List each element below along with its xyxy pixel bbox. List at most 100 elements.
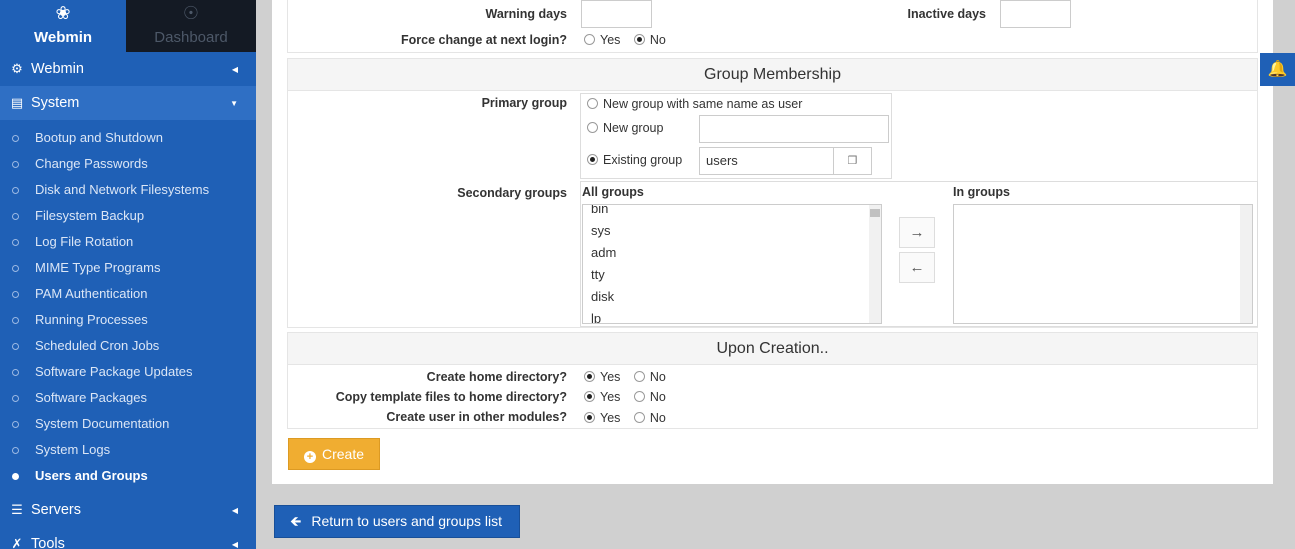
- copy-template-options: Yes No: [584, 390, 676, 404]
- group-membership-section: Group Membership Primary group New group…: [287, 58, 1258, 328]
- radio-icon: [633, 412, 645, 423]
- add-to-groups-button[interactable]: →: [899, 217, 935, 248]
- remove-from-groups-button[interactable]: ←: [899, 252, 935, 283]
- force-change-yes[interactable]: Yes: [584, 33, 620, 47]
- primary-existing-option[interactable]: Existing group: [587, 153, 682, 167]
- sidebar-item-filesystem-backup[interactable]: Filesystem Backup: [0, 202, 256, 228]
- return-button-label: Return to users and groups list: [311, 513, 503, 529]
- in-groups-list[interactable]: [953, 204, 1253, 324]
- scroll-thumb[interactable]: [870, 209, 880, 217]
- sidebar-category-webmin[interactable]: ⚙ Webmin ◀: [0, 52, 256, 86]
- force-change-options: Yes No: [584, 33, 676, 47]
- radio-selected-icon: [584, 391, 595, 402]
- arrow-right-icon: →: [909, 224, 925, 241]
- sidebar-item-system-logs[interactable]: System Logs: [0, 436, 256, 462]
- primary-group-box: New group with same name as user New gro…: [580, 93, 892, 179]
- other-modules-yes[interactable]: Yes: [584, 411, 620, 425]
- new-group-input[interactable]: [699, 115, 889, 143]
- option-label: New group: [603, 121, 664, 135]
- sidebar-item-packages[interactable]: Software Packages: [0, 384, 256, 410]
- sidebar-top-tabs: ❀ Webmin ☉ Dashboard: [0, 0, 256, 52]
- other-modules-no[interactable]: No: [633, 411, 666, 425]
- plus-circle-icon: +: [304, 451, 316, 463]
- tab-dashboard-label: Dashboard: [154, 29, 228, 46]
- gear-icon: ⚙: [11, 61, 23, 76]
- sidebar: ❀ Webmin ☉ Dashboard ⚙ Webmin ◀ ▤ System…: [0, 0, 256, 549]
- password-options-section: Warning days Inactive days Force change …: [287, 0, 1258, 53]
- primary-same-name-option[interactable]: New group with same name as user: [587, 97, 802, 111]
- warning-days-input[interactable]: [581, 0, 652, 28]
- sidebar-category-servers[interactable]: ☰ Servers ◀: [0, 493, 256, 527]
- all-groups-list[interactable]: bin sys adm tty disk lp: [582, 204, 882, 324]
- bell-icon: 🔔: [1267, 61, 1288, 78]
- notifications-button[interactable]: 🔔: [1260, 53, 1295, 86]
- in-groups-label: In groups: [953, 185, 1010, 199]
- option-label: No: [649, 33, 666, 47]
- create-button-label: Create: [322, 446, 365, 462]
- sidebar-item-pam[interactable]: PAM Authentication: [0, 280, 256, 306]
- in-groups-scrollbar[interactable]: [1240, 205, 1252, 323]
- list-item[interactable]: lp: [583, 308, 881, 323]
- chevron-left-icon: ◀: [231, 505, 238, 515]
- group-chooser-button[interactable]: ❐: [833, 147, 872, 175]
- sidebar-item-cron[interactable]: Scheduled Cron Jobs: [0, 332, 256, 358]
- server-icon: ☰: [11, 502, 23, 517]
- sidebar-item-bootup[interactable]: Bootup and Shutdown: [0, 124, 256, 150]
- tab-dashboard[interactable]: ☉ Dashboard: [126, 0, 256, 52]
- copy-template-no[interactable]: No: [633, 390, 666, 404]
- primary-new-group-option[interactable]: New group: [587, 121, 663, 135]
- force-change-no[interactable]: No: [633, 33, 666, 47]
- all-groups-label: All groups: [582, 185, 644, 199]
- sidebar-item-package-updates[interactable]: Software Package Updates: [0, 358, 256, 384]
- chevron-left-icon: ◀: [231, 64, 238, 74]
- option-label: Yes: [600, 33, 621, 47]
- home-dir-yes[interactable]: Yes: [584, 370, 620, 384]
- gauge-icon: ☉: [182, 3, 200, 23]
- sidebar-category-tools[interactable]: ✗ Tools ◀: [0, 527, 256, 549]
- inactive-days-input[interactable]: [1000, 0, 1071, 28]
- arrow-left-icon: 🡸: [290, 513, 302, 529]
- option-label: Yes: [600, 390, 621, 404]
- sidebar-item-processes[interactable]: Running Processes: [0, 306, 256, 332]
- radio-selected-icon: [584, 412, 595, 423]
- home-dir-no[interactable]: No: [633, 370, 666, 384]
- secondary-groups-box: All groups bin sys adm tty disk lp → ← I…: [580, 181, 1258, 327]
- upon-creation-section: Upon Creation.. Create home directory? Y…: [287, 332, 1258, 429]
- webmin-logo-icon: ❀: [55, 3, 71, 23]
- chevron-left-icon: ◀: [231, 539, 238, 549]
- option-label: No: [649, 411, 666, 425]
- sidebar-item-filesystems[interactable]: Disk and Network Filesystems: [0, 176, 256, 202]
- list-item[interactable]: tty: [583, 264, 881, 286]
- list-item[interactable]: bin: [583, 205, 881, 220]
- list-item[interactable]: disk: [583, 286, 881, 308]
- existing-group-input[interactable]: users: [699, 147, 834, 175]
- sidebar-category-system[interactable]: ▤ System ▼: [0, 86, 256, 120]
- list-item[interactable]: adm: [583, 242, 881, 264]
- home-dir-label: Create home directory?: [426, 370, 567, 384]
- sidebar-item-log-rotation[interactable]: Log File Rotation: [0, 228, 256, 254]
- sidebar-item-documentation[interactable]: System Documentation: [0, 410, 256, 436]
- copy-template-yes[interactable]: Yes: [584, 390, 620, 404]
- form-panel: Warning days Inactive days Force change …: [272, 0, 1273, 484]
- create-button[interactable]: + Create: [288, 438, 380, 470]
- sidebar-item-users-groups[interactable]: Users and Groups: [0, 462, 256, 488]
- home-dir-options: Yes No: [584, 370, 676, 384]
- arrow-left-icon: ←: [909, 259, 925, 276]
- radio-selected-icon: [584, 371, 595, 382]
- return-button[interactable]: 🡸 Return to users and groups list: [274, 505, 520, 538]
- wrench-icon: ✗: [11, 536, 23, 549]
- sidebar-item-mime-types[interactable]: MIME Type Programs: [0, 254, 256, 280]
- copy-template-label: Copy template files to home directory?: [335, 390, 567, 404]
- force-change-label: Force change at next login?: [401, 33, 567, 47]
- tab-webmin[interactable]: ❀ Webmin: [0, 0, 126, 52]
- chevron-down-icon: ▼: [230, 98, 238, 108]
- warning-days-label: Warning days: [485, 7, 568, 21]
- laptop-icon: ▤: [10, 95, 24, 110]
- radio-selected-icon: [633, 34, 645, 45]
- inactive-days-label: Inactive days: [907, 7, 986, 21]
- sidebar-item-change-passwords[interactable]: Change Passwords: [0, 150, 256, 176]
- list-item[interactable]: sys: [583, 220, 881, 242]
- group-membership-title: Group Membership: [288, 59, 1257, 91]
- all-groups-scrollbar[interactable]: [869, 205, 881, 323]
- system-submenu: Bootup and Shutdown Change Passwords Dis…: [0, 120, 256, 493]
